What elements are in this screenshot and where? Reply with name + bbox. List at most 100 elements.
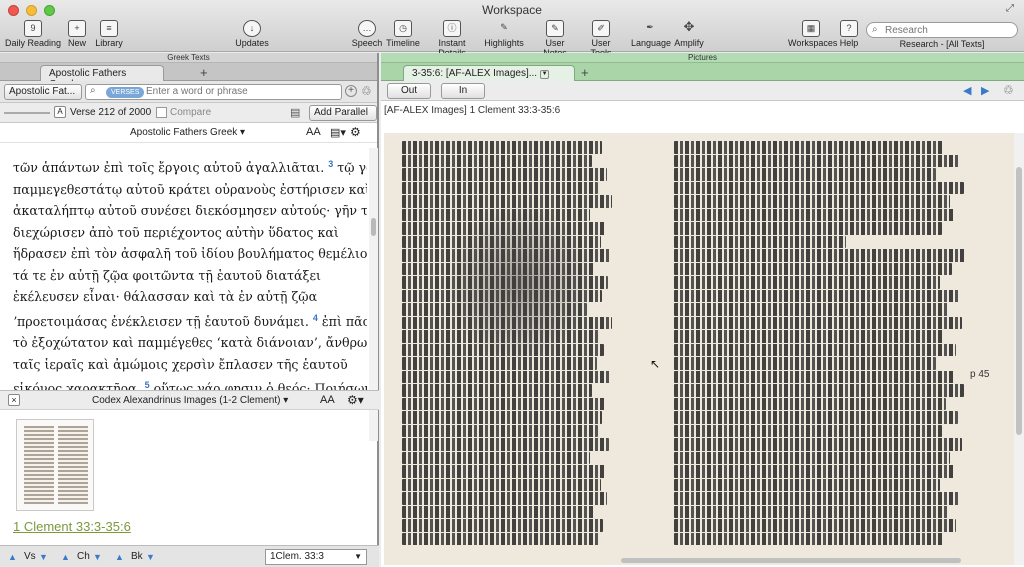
parallel-panes-icon[interactable]: ▤ <box>290 106 300 119</box>
zoom-in-button[interactable]: In <box>441 83 485 99</box>
highlighter-icon: ✎ <box>500 22 508 32</box>
speech-label: Speech <box>351 38 383 48</box>
updates-button[interactable]: ↓ Updates <box>234 20 270 48</box>
research-input[interactable] <box>885 24 1013 36</box>
page-mark: p 45 <box>970 369 990 380</box>
previous-arrow-icon[interactable]: ◀ <box>963 84 971 97</box>
help-icon: ? <box>840 20 858 37</box>
download-icon: ↓ <box>243 20 261 37</box>
image-zoom-bar: Out In ◀ ▶ ♲ <box>381 81 1024 101</box>
new-button[interactable]: + New <box>64 20 90 48</box>
help-label: Help <box>839 38 859 48</box>
text-title[interactable]: Apostolic Fathers Greek ▾ <box>130 127 245 138</box>
new-label: New <box>67 38 86 48</box>
thumbnail-link[interactable]: 1 Clement 33:3-35:6 <box>13 519 131 534</box>
recycle-icon[interactable]: ♲ <box>361 84 372 98</box>
add-parallel-button[interactable]: Add Parallel <box>309 105 377 121</box>
verse-navigation-bar: A Verse 212 of 2000 Compare ▤ Add Parall… <box>0 103 377 123</box>
verse-up-icon[interactable]: ▲ <box>8 552 17 562</box>
tab-af-alex-images[interactable]: 3-35:6: [AF-ALEX Images]... ▼ <box>403 65 575 81</box>
line-text: ἐπὶ πᾶσι <box>321 313 367 329</box>
reference-field[interactable]: 1Clem. 33:3 ▼ <box>265 549 367 565</box>
chapter-nav-label: Ch <box>77 551 90 562</box>
thumbnail-column-right <box>58 426 88 504</box>
manuscript-thumbnail[interactable] <box>16 419 94 511</box>
word-phrase-input[interactable] <box>146 86 336 97</box>
verse-down-icon[interactable]: ▼ <box>39 552 48 562</box>
workspaces-button[interactable]: ▦ Workspaces <box>788 20 837 48</box>
pictures-pane: Pictures 3-35:6: [AF-ALEX Images]... ▼ + … <box>381 53 1024 567</box>
line-text: τῷ γὰρ <box>337 160 367 176</box>
amplify-label: Amplify <box>674 38 704 48</box>
gear-icon[interactable]: ⚙▾ <box>347 393 364 407</box>
verse-slider-track[interactable] <box>4 112 50 114</box>
speech-button[interactable]: … Speech <box>351 20 383 48</box>
library-button[interactable]: ≡ Library <box>93 20 125 48</box>
timeline-button[interactable]: ◷ Timeline <box>385 20 421 48</box>
left-pane-header: Greek Texts <box>0 53 377 63</box>
research-search[interactable]: ⌕ <box>866 22 1018 38</box>
image-caption: [AF-ALEX Images] 1 Clement 33:3-35:6 <box>384 105 561 116</box>
text-line: ταῖς ἱεραῖς καὶ ἀμώμοις χερσὶν ἔπλασεν τ… <box>13 356 348 372</box>
font-size-icon[interactable]: AA <box>320 394 335 406</box>
image-horizontal-scrollbar[interactable] <box>621 558 961 563</box>
add-tab-button[interactable]: + <box>200 65 208 80</box>
library-icon: ≡ <box>100 20 118 37</box>
font-a-icon[interactable]: A <box>54 106 66 118</box>
text-selector[interactable]: Apostolic Fat... <box>4 84 82 100</box>
text-search-bar: Apostolic Fat... ⌕ VERSES + ♲ <box>0 81 377 103</box>
book-down-icon[interactable]: ▼ <box>146 552 155 562</box>
speech-bubble-icon: … <box>358 20 376 37</box>
verse-number[interactable]: 5 <box>145 380 150 390</box>
left-tab-bar: Apostolic Fathers Greek▼ + <box>0 63 377 90</box>
help-button[interactable]: ? Help <box>838 20 860 48</box>
recycle-icon[interactable]: ♲ <box>1003 83 1014 97</box>
add-tab-button[interactable]: + <box>581 65 589 80</box>
verses-search-field[interactable]: ⌕ VERSES <box>85 84 342 100</box>
text-line: διεχώρισεν ἀπὸ τοῦ περιέχοντος αὐτὴν ὕδα… <box>13 224 339 240</box>
chevron-down-icon[interactable]: ▼ <box>540 70 550 79</box>
highlights-button[interactable]: ✎ Highlights <box>483 20 525 48</box>
zoom-out-button[interactable]: Out <box>387 83 431 99</box>
language-button[interactable]: ✒ Language <box>631 20 671 48</box>
user-notes-icon: ✎ <box>546 20 564 37</box>
scroll-thumb[interactable] <box>1016 167 1022 435</box>
text-line: ἐκέλευσεν εἶναι· θάλασσαν καὶ τὰ ἐν αὐτῇ… <box>13 289 318 305</box>
user-tools-icon: ✐ <box>592 20 610 37</box>
verse-number[interactable]: 4 <box>313 313 318 323</box>
add-search-icon[interactable]: + <box>345 85 357 97</box>
chapter-up-icon[interactable]: ▲ <box>61 552 70 562</box>
scroll-thumb[interactable] <box>371 218 376 236</box>
text-line: ἀκαταλήπτῳ αὐτοῦ συνέσει διεκόσμησεν αὐτ… <box>13 203 367 219</box>
verse-number[interactable]: 3 <box>328 159 333 169</box>
image-scrollbar[interactable] <box>1014 133 1024 565</box>
gear-icon[interactable]: ⚙ <box>350 125 361 139</box>
verses-mode-pill[interactable]: VERSES <box>106 87 145 98</box>
next-arrow-icon[interactable]: ▶ <box>981 84 989 97</box>
greek-texts-pane: Greek Texts Apostolic Fathers Greek▼ + A… <box>0 53 379 567</box>
images-panel-title[interactable]: Codex Alexandrinus Images (1-2 Clement) … <box>92 395 288 406</box>
daily-reading-label: Daily Reading <box>4 38 62 48</box>
chevron-down-icon[interactable]: ▼ <box>354 552 362 561</box>
search-icon: ⌕ <box>90 85 96 96</box>
daily-reading-button[interactable]: 9 Daily Reading <box>4 20 62 48</box>
right-pane-header: Pictures <box>381 53 1024 63</box>
chapter-down-icon[interactable]: ▼ <box>93 552 102 562</box>
ink-smudge <box>444 203 594 363</box>
fullscreen-icon[interactable]: ⤢ <box>1006 3 1018 15</box>
language-pen-icon: ✒ <box>646 22 654 32</box>
timeline-icon: ◷ <box>394 20 412 37</box>
close-icon[interactable]: × <box>8 394 20 406</box>
compare-checkbox[interactable] <box>156 107 167 118</box>
text-line: ἥδρασεν ἐπὶ τὸν ἀσφαλῆ τοῦ ἰδίου βουλήμα… <box>13 246 367 262</box>
layout-menu-icon[interactable]: ▤▾ <box>330 126 346 139</box>
search-icon: ⌕ <box>872 24 878 35</box>
amplify-button[interactable]: ✥ Amplify <box>673 20 705 49</box>
font-size-icon[interactable]: AA <box>306 126 321 138</box>
text-line: τῶν ἁπάντων ἐπὶ τοῖς ἔργοις αὐτοῦ ἀγαλλι… <box>13 154 367 179</box>
text-title-label: Apostolic Fathers Greek <box>130 127 238 138</box>
images-panel-header: × Codex Alexandrinus Images (1-2 Clement… <box>0 390 379 410</box>
manuscript-image[interactable]: p 45 ↖ <box>384 133 1014 565</box>
book-up-icon[interactable]: ▲ <box>115 552 124 562</box>
tab-apostolic-fathers-greek[interactable]: Apostolic Fathers Greek▼ <box>40 65 164 90</box>
